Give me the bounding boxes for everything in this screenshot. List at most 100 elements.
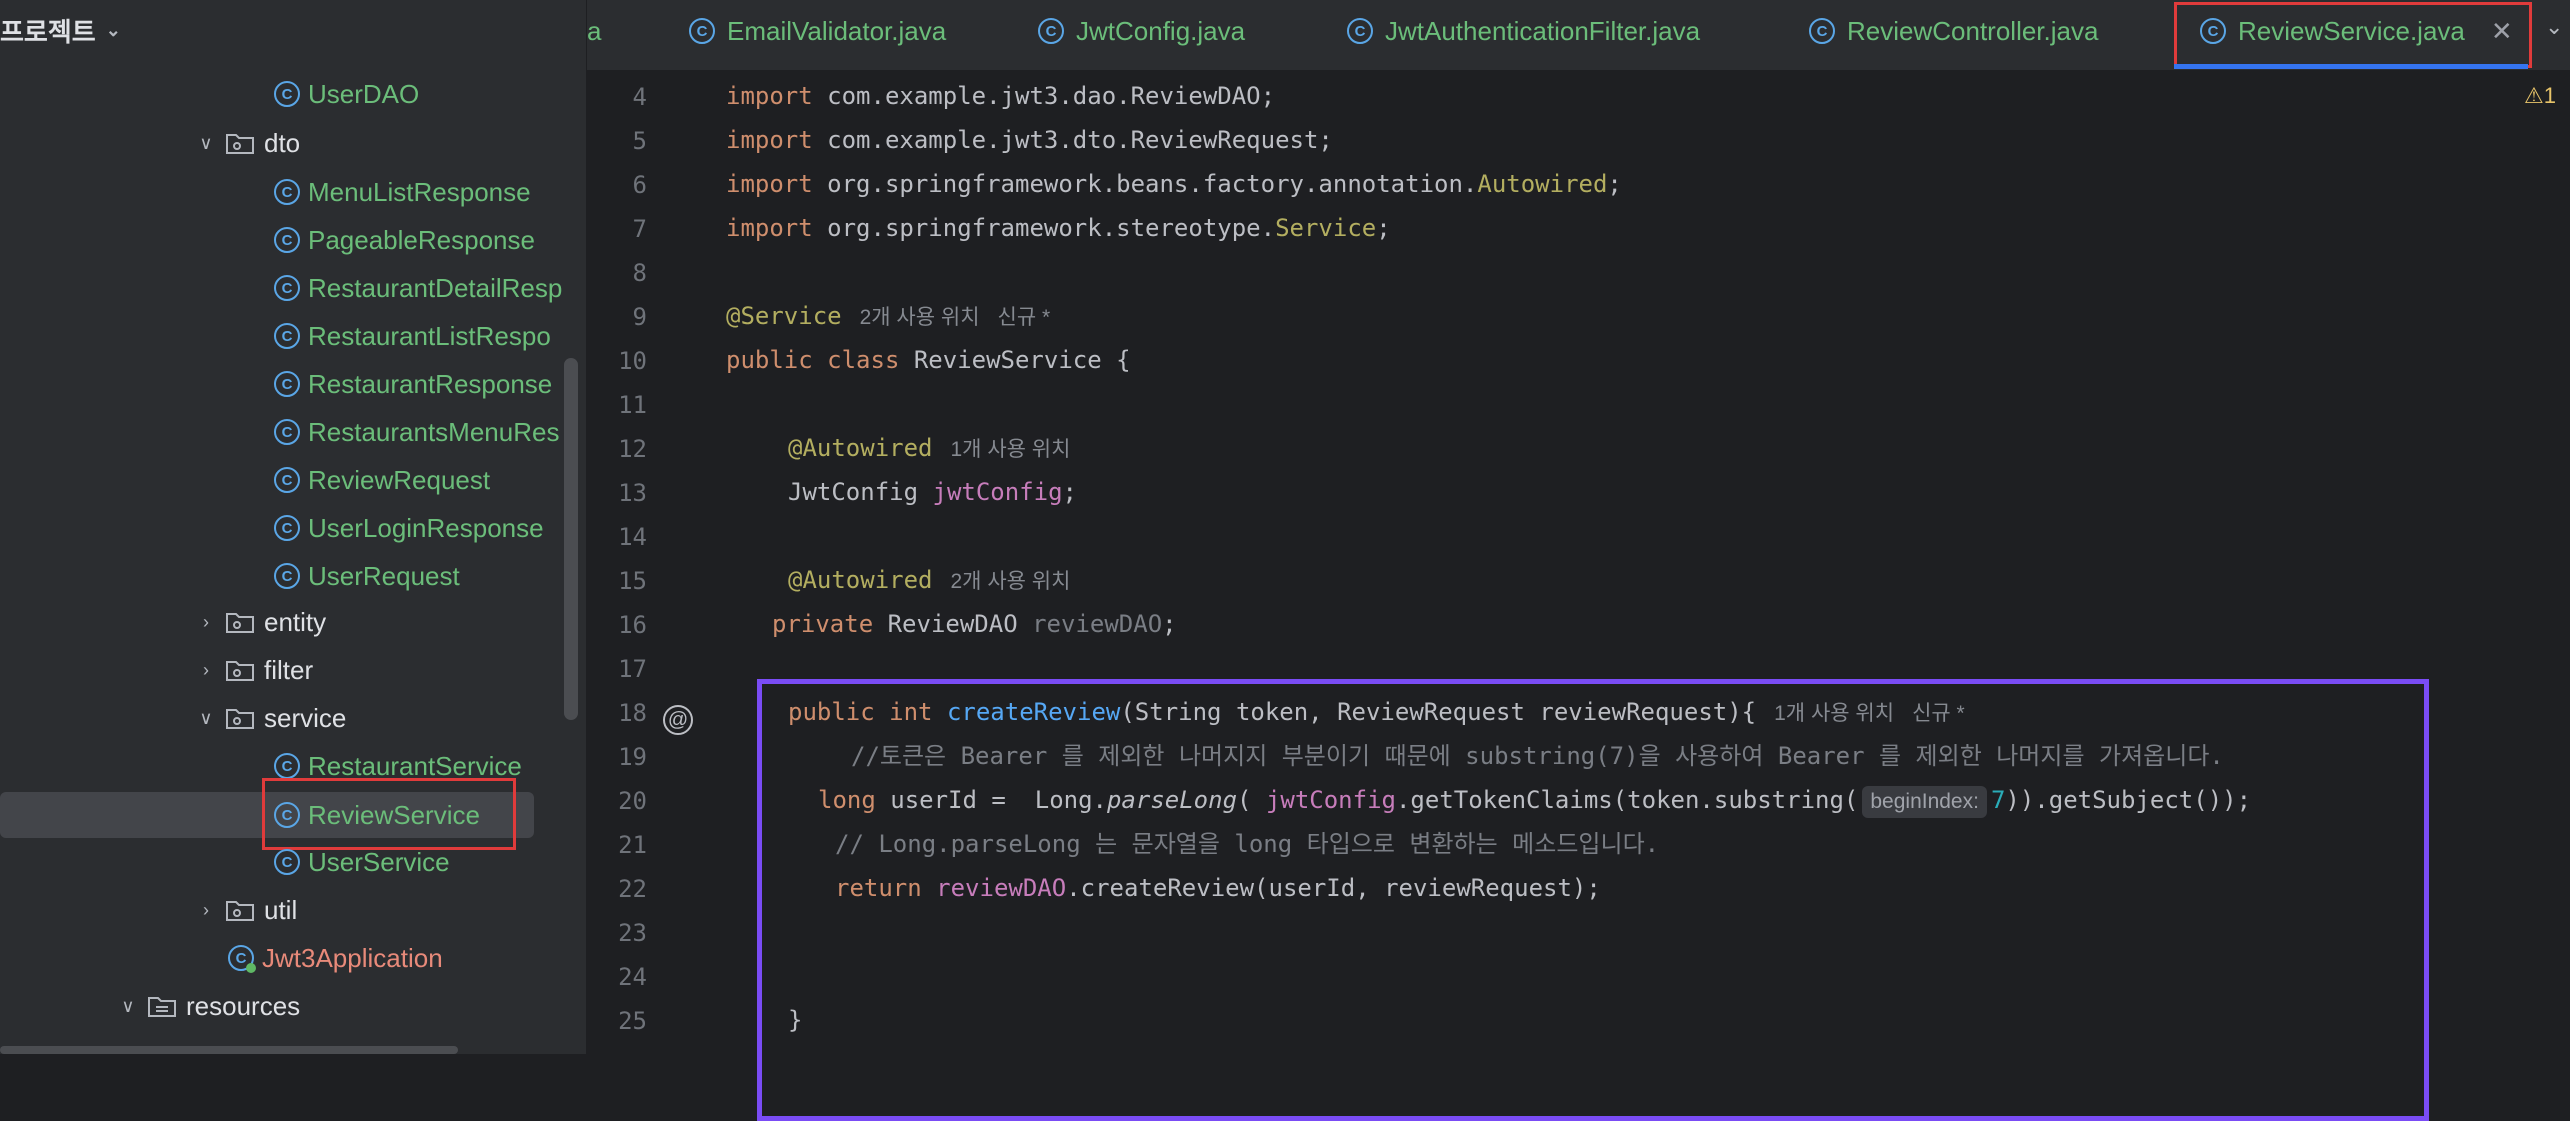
code-line-12: @Autowired 1개 사용 위치 — [788, 426, 1070, 470]
class-icon: C — [274, 419, 300, 445]
code-line-15: @Autowired 2개 사용 위치 — [788, 558, 1070, 602]
tree-item-reviewrequest[interactable]: C ReviewRequest — [274, 458, 490, 502]
class-icon: C — [274, 81, 300, 107]
tree-item-label: RestaurantDetailResp — [308, 272, 563, 303]
code-line-6: import org.springframework.beans.factory… — [726, 170, 1622, 198]
tree-item-userdao[interactable]: C UserDAO — [274, 72, 419, 116]
tab-partial[interactable]: a — [587, 0, 601, 62]
tree-item-userloginresponse[interactable]: C UserLoginResponse — [274, 506, 544, 550]
highlight-box-active-tab — [2174, 2, 2532, 68]
tree-item-label: RestaurantsMenuRes — [308, 416, 560, 447]
package-folder-icon — [226, 661, 254, 681]
project-sidebar: 프로젝트 ⌄ C UserDAO ∨ dto C MenuListRespons… — [0, 0, 587, 1054]
spring-app-class-icon: C — [228, 945, 256, 973]
code-line-16: private ReviewDAO reviewDAO; — [772, 610, 1177, 638]
tree-folder-resources[interactable]: ∨ resources — [114, 984, 300, 1028]
line-number: 21 — [618, 831, 647, 859]
tree-item-label: RestaurantResponse — [308, 368, 553, 399]
tree-item-label: filter — [264, 654, 314, 685]
sidebar-scrollbar[interactable] — [564, 358, 578, 720]
usage-hint[interactable]: 2개 사용 위치 — [951, 570, 1071, 593]
class-icon: C — [274, 275, 300, 301]
tree-item-label: UserRequest — [308, 560, 460, 591]
tree-folder-service[interactable]: ∨ service — [192, 696, 346, 740]
tree-item-restaurantresponse[interactable]: C RestaurantResponse — [274, 362, 552, 406]
code-token: Autowired — [1477, 170, 1608, 198]
tree-item-label: Jwt3Application — [262, 942, 443, 973]
class-icon: C — [274, 515, 300, 541]
chevron-down-icon[interactable]: ∨ — [114, 996, 142, 1017]
line-number: 7 — [632, 215, 647, 243]
code-token: public class — [726, 346, 900, 374]
code-line-9: @Service 2개 사용 위치 신규 * — [726, 294, 1050, 338]
line-number: 20 — [618, 787, 647, 815]
tree-folder-filter[interactable]: › filter — [192, 648, 313, 692]
tree-item-pageableresponse[interactable]: C PageableResponse — [274, 218, 535, 262]
tree-item-label: MenuListResponse — [308, 176, 531, 207]
tab-jwtauthenticationfilter[interactable]: C JwtAuthenticationFilter.java — [1347, 0, 1700, 62]
code-token: import — [726, 214, 813, 242]
tree-item-menulistresponse[interactable]: C MenuListResponse — [274, 170, 531, 214]
tree-folder-util[interactable]: › util — [192, 888, 297, 932]
implementation-gutter-icon[interactable]: @ — [663, 705, 693, 735]
tree-item-restaurantlistrespo[interactable]: C RestaurantListRespo — [274, 314, 551, 358]
line-number: 25 — [618, 1007, 647, 1035]
code-token: import — [726, 170, 813, 198]
tree-item-label: RestaurantListRespo — [308, 320, 551, 351]
line-number: 6 — [632, 171, 647, 199]
tree-item-label: UserLoginResponse — [308, 512, 544, 543]
code-token: jwtConfig — [932, 478, 1063, 506]
code-token: @Autowired — [788, 566, 933, 594]
line-number: 22 — [618, 875, 647, 903]
class-icon: C — [274, 323, 300, 349]
project-title: 프로젝트 — [0, 16, 96, 47]
code-token: com.example.jwt3.dto.ReviewRequest; — [812, 126, 1333, 154]
tab-emailvalidator[interactable]: C EmailValidator.java — [689, 0, 946, 62]
highlight-box-method — [757, 679, 2429, 1121]
chevron-down-icon[interactable]: ∨ — [192, 708, 220, 729]
package-folder-icon — [226, 613, 254, 633]
tab-label: JwtConfig.java — [1076, 15, 1246, 46]
class-icon: C — [274, 467, 300, 493]
line-number: 10 — [618, 347, 647, 375]
line-number: 24 — [618, 963, 647, 991]
class-icon: C — [1809, 18, 1835, 44]
warning-indicator[interactable]: ⚠1 — [2524, 83, 2556, 109]
active-tab-underline — [2174, 64, 2528, 69]
chevron-right-icon[interactable]: › — [192, 612, 220, 633]
usage-hint[interactable]: 1개 사용 위치 — [951, 438, 1071, 461]
tree-item-label: UserService — [308, 846, 450, 877]
chevron-down-icon[interactable]: ⌄ — [2545, 14, 2563, 40]
code-editor[interactable]: ⚠1 4 5 6 7 8 9 10 11 12 13 14 15 16 17 1… — [587, 71, 2570, 1121]
code-token: reviewDAO — [1032, 610, 1163, 638]
tree-item-userservice[interactable]: C UserService — [274, 840, 450, 884]
line-number: 18 — [618, 699, 647, 727]
tree-item-label: service — [264, 702, 347, 733]
tab-label: JwtAuthenticationFilter.java — [1385, 15, 1701, 46]
tree-folder-entity[interactable]: › entity — [192, 600, 326, 644]
chevron-down-icon[interactable]: ∨ — [192, 133, 220, 154]
editor-tab-bar: a C EmailValidator.java C JwtConfig.java… — [587, 0, 2570, 71]
tab-jwtconfig[interactable]: C JwtConfig.java — [1038, 0, 1245, 62]
tab-reviewcontroller[interactable]: C ReviewController.java — [1809, 0, 2098, 62]
line-number: 5 — [632, 127, 647, 155]
usage-hint[interactable]: 2개 사용 위치 — [860, 306, 980, 329]
class-icon: C — [274, 753, 300, 779]
tree-item-userrequest[interactable]: C UserRequest — [274, 554, 460, 598]
tree-item-label: RestaurantService — [308, 750, 522, 781]
chevron-right-icon[interactable]: › — [192, 900, 220, 921]
project-view-header[interactable]: 프로젝트 ⌄ — [0, 8, 121, 52]
tree-folder-dto[interactable]: ∨ dto — [192, 121, 300, 165]
tree-item-jwt3application[interactable]: C Jwt3Application — [228, 936, 443, 980]
tree-item-restaurantdetailresp[interactable]: C RestaurantDetailResp — [274, 266, 562, 310]
sidebar-horizontal-scrollbar[interactable] — [0, 1046, 458, 1054]
author-hint[interactable]: 신규 * — [998, 306, 1051, 329]
chevron-right-icon[interactable]: › — [192, 660, 220, 681]
tree-item-label: UserDAO — [308, 78, 420, 109]
class-icon: C — [1038, 18, 1064, 44]
tree-item-restaurantsmenures[interactable]: C RestaurantsMenuRes — [274, 410, 559, 454]
code-token: ReviewDAO — [873, 610, 1033, 638]
line-number: 8 — [632, 259, 647, 287]
chevron-down-icon: ⌄ — [105, 19, 121, 40]
class-icon: C — [274, 849, 300, 875]
